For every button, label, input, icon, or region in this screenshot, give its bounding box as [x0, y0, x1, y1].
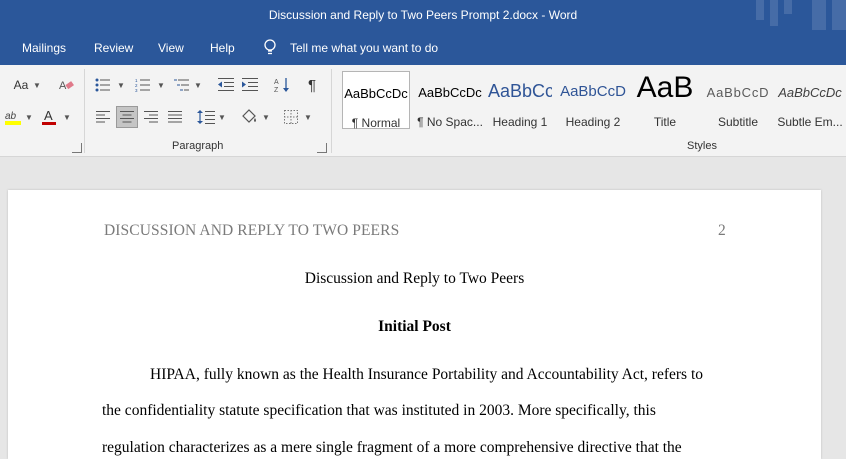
font-color-button[interactable]: A [38, 106, 60, 128]
clear-formatting-button[interactable]: A [55, 74, 77, 96]
show-formatting-button[interactable]: ¶ [301, 74, 323, 96]
svg-text:ab: ab [5, 111, 17, 122]
style-sample: AaBbCcDc [418, 85, 482, 100]
align-left-button[interactable] [92, 106, 114, 128]
line-spacing-icon [197, 110, 215, 124]
align-right-icon [144, 111, 158, 123]
align-center-icon [120, 111, 134, 123]
chevron-down-icon[interactable]: ▼ [25, 113, 33, 122]
multilevel-list-icon [174, 79, 189, 91]
shading-button[interactable] [238, 106, 260, 128]
tab-help[interactable]: Help [210, 41, 235, 55]
numbered-list-icon: 123 [135, 78, 150, 92]
ribbon-tabs: Mailings Review View Help Tell me what y… [0, 32, 846, 65]
style-normal[interactable]: AaBbCcDc ¶ Normal [342, 71, 410, 130]
section-heading[interactable]: Initial Post [8, 318, 821, 336]
style-sample: AaBbCcD [706, 85, 770, 100]
font-dialog-launcher-icon[interactable] [72, 143, 82, 153]
sort-icon: AZ [274, 78, 289, 93]
chevron-down-icon[interactable]: ▼ [157, 81, 165, 90]
style-heading-1[interactable]: AaBbCc Heading 1 [488, 71, 552, 129]
align-center-button[interactable] [116, 106, 138, 128]
paragraph-dialog-launcher-icon[interactable] [317, 143, 327, 153]
style-name: Subtitle [717, 115, 759, 129]
align-left-icon [96, 111, 110, 123]
page-number: 2 [718, 222, 726, 239]
tab-view[interactable]: View [158, 41, 184, 55]
borders-icon [284, 110, 298, 124]
body-line[interactable]: HIPAA, fully known as the Health Insuran… [150, 366, 703, 384]
style-name: Title [653, 115, 677, 129]
window-title: Discussion and Reply to Two Peers Prompt… [268, 8, 578, 22]
running-header: DISCUSSION AND REPLY TO TWO PEERS [104, 222, 400, 239]
style-sample: AaB [636, 71, 694, 104]
style-name: Heading 2 [565, 115, 621, 129]
eraser-icon: A [59, 80, 74, 92]
numbering-button[interactable]: 123 [132, 74, 154, 96]
change-case-button[interactable]: Aa [10, 74, 32, 96]
tab-mailings[interactable]: Mailings [22, 41, 66, 55]
change-case-label: Aa [13, 78, 29, 92]
chevron-down-icon[interactable]: ▼ [194, 81, 202, 90]
increase-indent-button[interactable] [239, 74, 261, 96]
increase-indent-icon [242, 78, 258, 91]
tab-review[interactable]: Review [94, 41, 133, 55]
svg-text:A: A [44, 108, 53, 123]
chevron-down-icon[interactable]: ▼ [262, 113, 270, 122]
svg-text:A: A [274, 79, 279, 86]
chevron-down-icon[interactable]: ▼ [218, 113, 226, 122]
document-title[interactable]: Discussion and Reply to Two Peers [8, 270, 821, 288]
style-name: Subtle Em... [777, 115, 843, 129]
svg-text:3: 3 [135, 88, 138, 92]
borders-button[interactable] [280, 106, 302, 128]
chevron-down-icon[interactable]: ▼ [304, 113, 312, 122]
group-separator [331, 69, 332, 153]
style-heading-2[interactable]: AaBbCcD Heading 2 [560, 71, 626, 129]
style-no-spacing[interactable]: AaBbCcDc ¶ No Spac... [414, 71, 486, 129]
justify-icon [168, 111, 182, 123]
group-separator [84, 69, 85, 153]
highlighter-icon: ab [5, 111, 21, 125]
multilevel-list-button[interactable] [171, 74, 193, 96]
paint-bucket-icon [242, 109, 256, 123]
tell-me-search[interactable]: Tell me what you want to do [290, 41, 438, 55]
style-title[interactable]: AaB Title [632, 71, 698, 129]
style-name: Heading 1 [492, 115, 548, 129]
style-sample: AaBbCcD [560, 83, 626, 100]
decrease-indent-icon [218, 78, 234, 91]
svg-text:Z: Z [274, 87, 279, 93]
body-line[interactable]: the confidentiality statute specificatio… [102, 402, 656, 420]
justify-button[interactable] [164, 106, 186, 128]
word-logo-watermark [756, 0, 846, 32]
style-subtle-emphasis[interactable]: AaBbCcDc Subtle Em... [776, 71, 844, 129]
bullet-list-icon [95, 78, 110, 92]
body-line[interactable]: regulation characterizes as a mere singl… [102, 439, 682, 457]
ribbon: Aa ▼ A ab ▼ A ▼ ▼ 123 ▼ ▼ A Z ¶ ▼ ▼ ▼ Pa… [0, 65, 846, 157]
style-subtitle[interactable]: AaBbCcD Subtitle [704, 71, 772, 129]
paragraph-group-label: Paragraph [172, 140, 224, 152]
chevron-down-icon[interactable]: ▼ [117, 81, 125, 90]
line-spacing-button[interactable] [195, 106, 217, 128]
bullets-button[interactable] [92, 74, 114, 96]
decrease-indent-button[interactable] [215, 74, 237, 96]
align-right-button[interactable] [140, 106, 162, 128]
style-sample: AaBbCcDc [344, 86, 408, 101]
text-highlight-button[interactable]: ab [2, 106, 24, 128]
style-name: ¶ Normal [351, 116, 401, 130]
sort-button[interactable]: AZ [271, 74, 293, 96]
style-name: ¶ No Spac... [417, 115, 483, 129]
style-sample: AaBbCc [488, 81, 552, 101]
pilcrow-icon: ¶ [307, 76, 317, 94]
styles-group-label: Styles [687, 140, 717, 152]
title-bar: Discussion and Reply to Two Peers Prompt… [0, 0, 846, 32]
lightbulb-icon [264, 39, 276, 55]
svg-text:A: A [59, 80, 67, 92]
font-color-icon: A [42, 108, 56, 125]
chevron-down-icon[interactable]: ▼ [63, 113, 71, 122]
chevron-down-icon[interactable]: ▼ [33, 81, 41, 90]
style-sample: AaBbCcDc [778, 85, 842, 100]
document-page[interactable]: DISCUSSION AND REPLY TO TWO PEERS 2 Disc… [8, 190, 821, 459]
